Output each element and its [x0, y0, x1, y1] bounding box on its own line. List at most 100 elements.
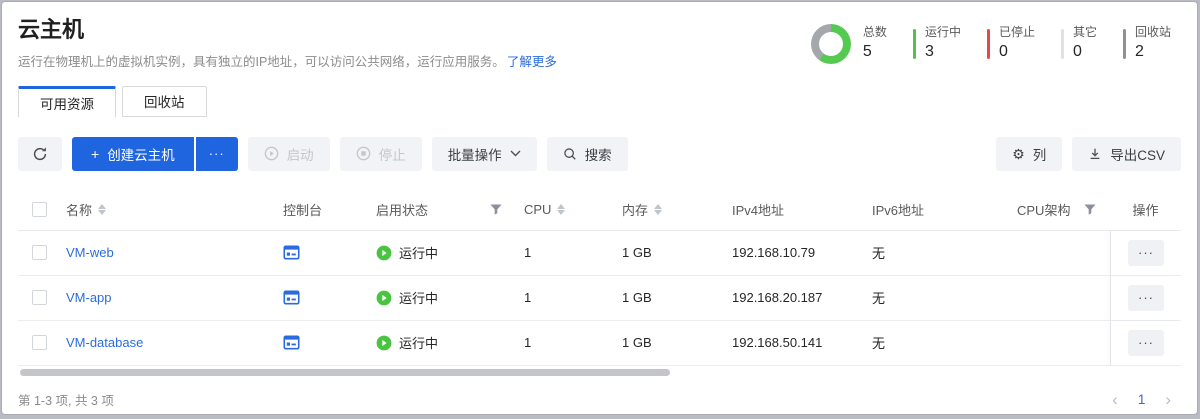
horizontal-scrollbar [18, 368, 1181, 378]
select-all-checkbox[interactable] [32, 202, 47, 217]
row-console-cell [271, 334, 376, 351]
memory-value: 1 GB [622, 290, 652, 305]
status-text: 运行中 [399, 333, 438, 352]
sort-icon[interactable] [98, 204, 106, 215]
row-checkbox[interactable] [32, 290, 47, 305]
tab-recycle-bin[interactable]: 回收站 [122, 86, 207, 117]
horizontal-scrollbar-thumb[interactable] [20, 369, 670, 376]
ipv4-value: 192.168.10.79 [732, 245, 815, 260]
page-description: 运行在物理机上的虚拟机实例，具有独立的IP地址，可以访问公共网络，运行应用服务。… [18, 51, 557, 70]
row-memory-cell: 1 GB [622, 335, 732, 350]
instance-name-link[interactable]: VM-web [66, 245, 114, 260]
status-badge: 运行中 [376, 243, 438, 262]
donut-hole [819, 32, 843, 56]
learn-more-link[interactable]: 了解更多 [507, 55, 557, 69]
stat-color-bar [987, 29, 990, 59]
stop-label: 停止 [379, 144, 406, 164]
stat-running: 运行中 3 [913, 25, 961, 62]
table-row: VM-app 运行中 [18, 276, 1181, 321]
console-icon[interactable] [283, 289, 300, 306]
row-more-actions-button[interactable]: ··· [1128, 330, 1164, 356]
row-checkbox[interactable] [32, 335, 47, 350]
header-memory[interactable]: 内存 [622, 200, 732, 219]
header-cpu[interactable]: CPU [524, 202, 622, 217]
play-icon [264, 146, 279, 161]
row-cpu-cell: 1 [524, 335, 622, 350]
stat-other-texts: 其它 0 [1073, 25, 1097, 62]
row-ipv4-cell: 192.168.50.141 [732, 335, 872, 350]
stat-color-bar [1061, 29, 1064, 59]
header-actions-label: 操作 [1132, 200, 1158, 219]
create-more-button[interactable]: ··· [196, 137, 238, 171]
next-page-icon[interactable]: › [1165, 391, 1171, 408]
columns-label: 列 [1033, 144, 1047, 164]
memory-value: 1 GB [622, 245, 652, 260]
stop-icon [356, 146, 371, 161]
stat-color-bar [1123, 29, 1126, 59]
toolbar: + 创建云主机 ··· 启动 停止 [18, 137, 1181, 171]
stat-label: 回收站 [1135, 25, 1171, 41]
row-cpu-cell: 1 [524, 290, 622, 305]
filter-icon[interactable] [1084, 204, 1096, 215]
stat-total: 总数 5 [811, 24, 887, 64]
gear-icon: ⚙ [1012, 147, 1025, 161]
row-more-actions-button[interactable]: ··· [1128, 240, 1164, 266]
row-status-cell: 运行中 [376, 333, 524, 352]
row-ipv4-cell: 192.168.20.187 [732, 290, 872, 305]
console-icon[interactable] [283, 244, 300, 261]
instance-name-link[interactable]: VM-app [66, 290, 112, 305]
header-cpu-arch: CPU架构 [1017, 200, 1110, 219]
status-badge: 运行中 [376, 333, 438, 352]
columns-button[interactable]: ⚙ 列 [996, 137, 1062, 171]
plus-icon: + [91, 147, 99, 161]
tab-available-resources[interactable]: 可用资源 [18, 86, 116, 117]
row-name-cell: VM-app [66, 290, 271, 305]
header-ipv4: IPv4地址 [732, 200, 872, 219]
download-icon [1088, 147, 1102, 161]
resource-tabs: 可用资源 回收站 [18, 86, 1197, 117]
sort-icon[interactable] [557, 204, 565, 215]
refresh-button[interactable] [18, 137, 62, 171]
stat-color-bar [913, 29, 916, 59]
row-select-cell [18, 245, 66, 260]
status-text: 运行中 [399, 243, 438, 262]
stat-total-texts: 总数 5 [863, 25, 887, 62]
header-select-cell [18, 202, 66, 217]
row-actions-cell: ··· [1110, 321, 1181, 365]
table-row: VM-web 运行中 [18, 231, 1181, 276]
start-button[interactable]: 启动 [248, 137, 330, 171]
toolbar-right: ⚙ 列 导出CSV [996, 137, 1181, 171]
sort-icon[interactable] [654, 204, 662, 215]
header-cpu-label: CPU [524, 202, 551, 217]
filter-icon[interactable] [490, 204, 502, 215]
header-actions: 操作 [1110, 200, 1181, 219]
ellipsis-icon: ··· [209, 146, 225, 161]
search-button[interactable]: 搜索 [547, 137, 628, 171]
running-status-icon [376, 245, 392, 261]
current-page-number[interactable]: 1 [1138, 392, 1146, 407]
row-checkbox[interactable] [32, 245, 47, 260]
header-ipv6: IPv6地址 [872, 200, 1017, 219]
status-badge: 运行中 [376, 288, 438, 307]
row-more-actions-button[interactable]: ··· [1128, 285, 1164, 311]
stat-running-texts: 运行中 3 [925, 25, 961, 62]
resource-stats: 总数 5 运行中 3 已停止 0 [811, 24, 1171, 64]
page-description-text: 运行在物理机上的虚拟机实例，具有独立的IP地址，可以访问公共网络，运行应用服务。 [18, 55, 505, 69]
instance-name-link[interactable]: VM-database [66, 335, 143, 350]
ipv4-value: 192.168.50.141 [732, 335, 822, 350]
batch-actions-button[interactable]: 批量操作 [432, 137, 537, 171]
row-status-cell: 运行中 [376, 288, 524, 307]
running-status-icon [376, 290, 392, 306]
chevron-down-icon [510, 150, 521, 157]
create-instance-button[interactable]: + 创建云主机 [72, 137, 194, 171]
prev-page-icon[interactable]: ‹ [1112, 391, 1118, 408]
console-icon[interactable] [283, 334, 300, 351]
export-csv-button[interactable]: 导出CSV [1072, 137, 1181, 171]
cpu-value: 1 [524, 290, 531, 305]
page-header-left: 云主机 运行在物理机上的虚拟机实例，具有独立的IP地址，可以访问公共网络，运行应… [18, 16, 557, 70]
stop-button[interactable]: 停止 [340, 137, 422, 171]
pagination: ‹ 1 › [1112, 391, 1171, 408]
row-name-cell: VM-database [66, 335, 271, 350]
row-cpu-cell: 1 [524, 245, 622, 260]
header-name[interactable]: 名称 [66, 200, 271, 219]
